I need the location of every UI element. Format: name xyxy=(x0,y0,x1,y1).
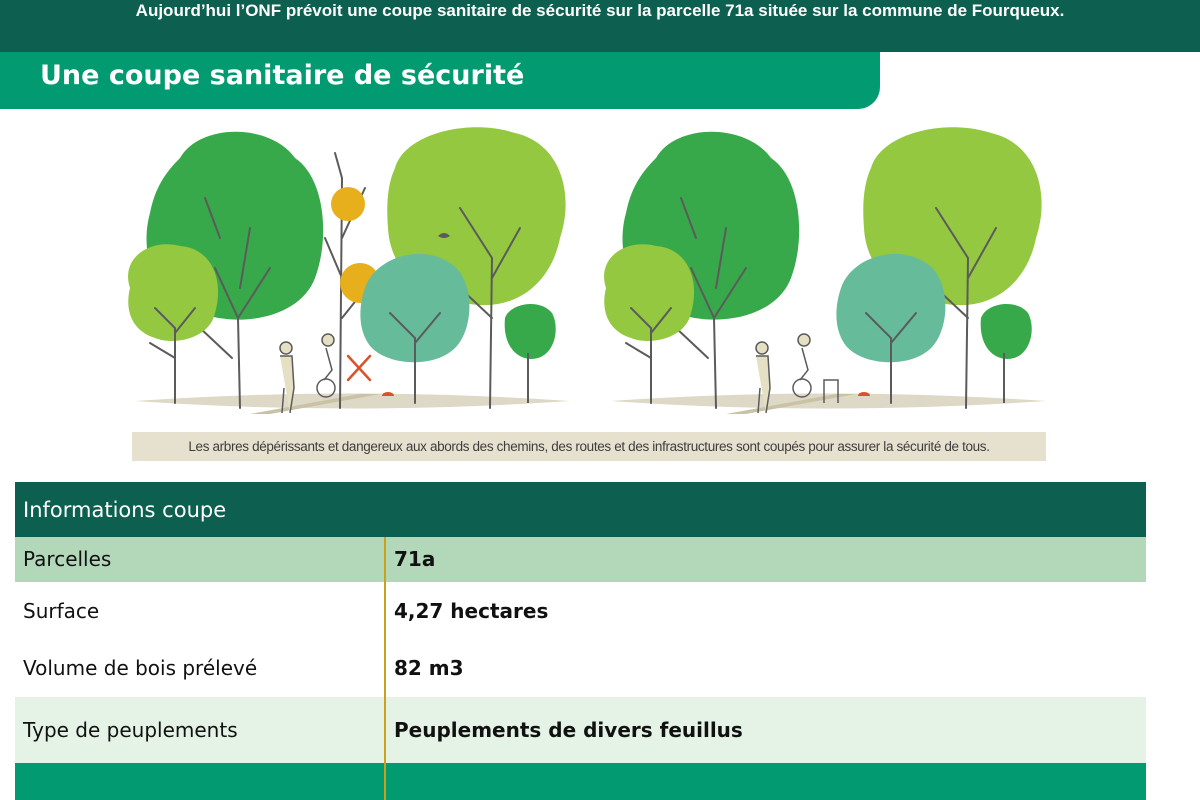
table-row: Parcelles 71a xyxy=(15,537,1146,582)
row-label: Parcelles xyxy=(23,547,112,571)
section-title-text: Une coupe sanitaire de sécurité xyxy=(40,60,525,91)
row-value: 71a xyxy=(384,537,1146,582)
cyclist-icon xyxy=(316,333,336,398)
row-label: Volume de bois prélevé xyxy=(23,656,258,680)
info-table: Informations coupe Parcelles 71a Surface… xyxy=(15,482,1146,800)
illustration-caption: Les arbres dépérissants et dangereux aux… xyxy=(132,432,1046,461)
forest-illustration xyxy=(128,127,1046,414)
banner-text: Aujourd’hui l’ONF prévoit une coupe sani… xyxy=(135,1,1065,20)
mushroom-icon xyxy=(382,392,394,396)
scene-before xyxy=(128,127,570,414)
info-table-header: Informations coupe xyxy=(15,482,1146,537)
scene-after xyxy=(604,127,1046,414)
section-title: Une coupe sanitaire de sécurité xyxy=(0,52,880,109)
top-banner: Aujourd’hui l’ONF prévoit une coupe sani… xyxy=(0,0,1200,52)
row-label: Type de peuplements xyxy=(23,718,238,742)
table-row: Volume de bois prélevé 82 m3 xyxy=(15,640,1146,697)
table-footer-row xyxy=(15,763,1146,800)
table-row: Type de peuplements Peuplements de diver… xyxy=(15,697,1146,763)
row-value: Peuplements de divers feuillus xyxy=(384,697,1146,763)
info-table-title: Informations coupe xyxy=(23,498,227,522)
row-value: 4,27 hectares xyxy=(384,582,1146,640)
table-row: Surface 4,27 hectares xyxy=(15,582,1146,640)
row-label: Surface xyxy=(23,599,100,623)
row-value: 82 m3 xyxy=(384,640,1146,697)
caption-text: Les arbres dépérissants et dangereux aux… xyxy=(188,439,990,454)
cross-mark-icon xyxy=(346,354,372,382)
